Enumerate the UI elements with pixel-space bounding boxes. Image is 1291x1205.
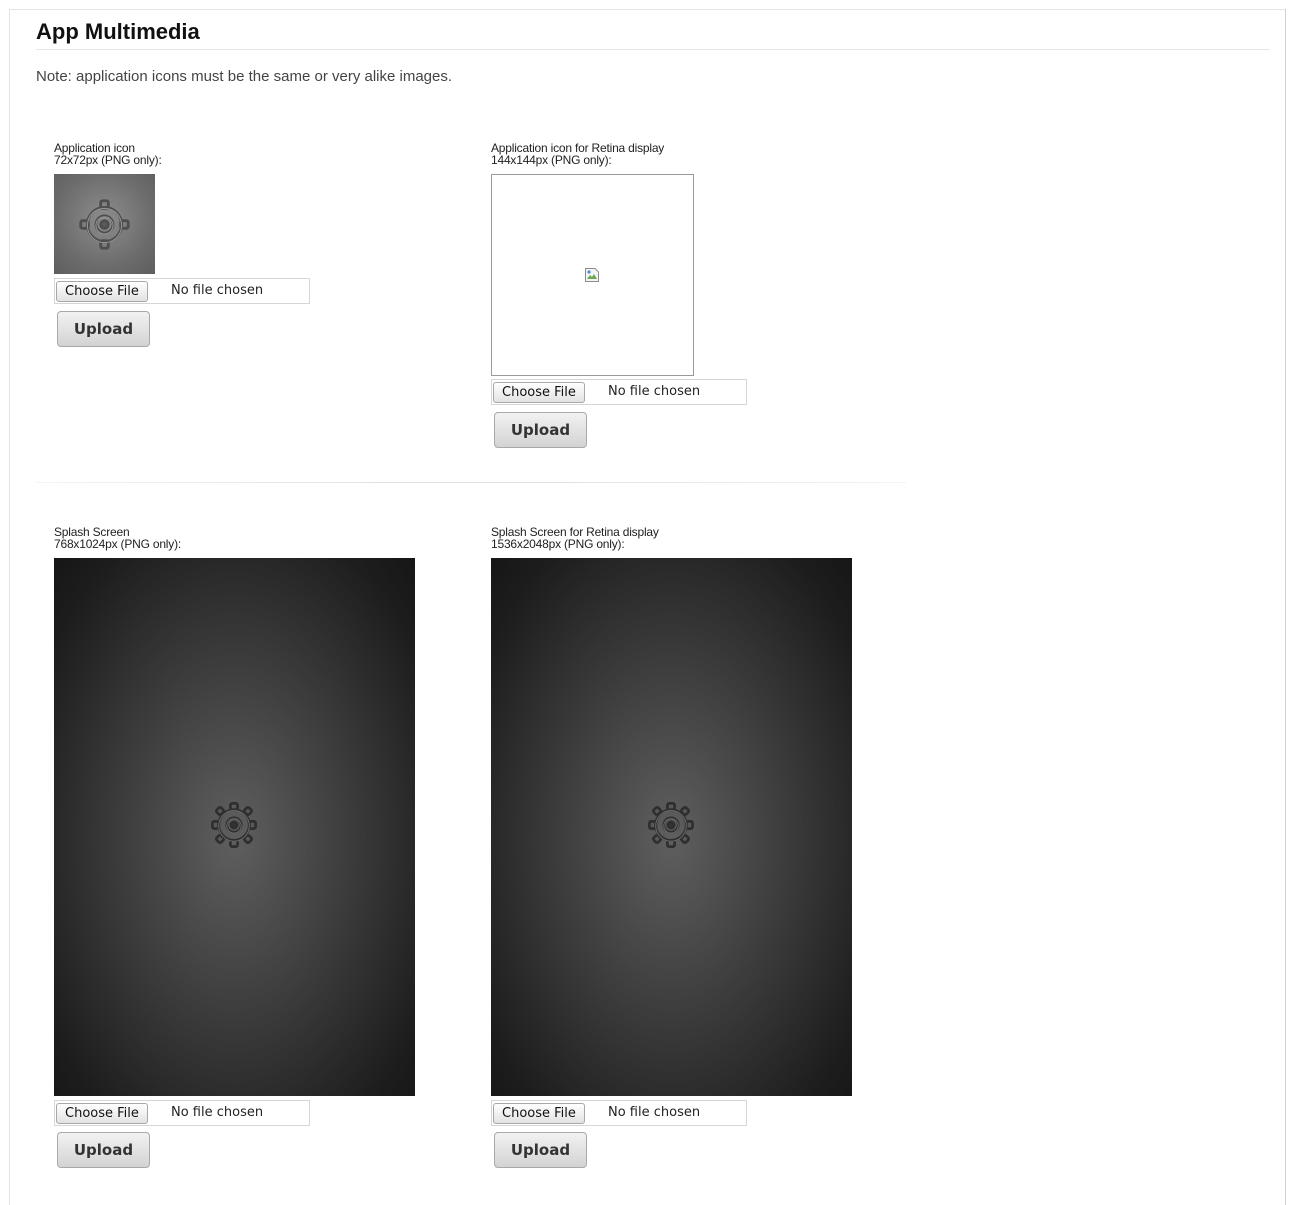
- retina-splash-label: Splash Screen for Retina display 1536x20…: [491, 526, 659, 550]
- app-icon-choose-file-button[interactable]: Choose File: [56, 281, 148, 302]
- retina-splash-file-status: No file chosen: [608, 1105, 701, 1120]
- frame-top-border: [10, 9, 1286, 10]
- retina-splash-upload-button[interactable]: Upload: [494, 1132, 587, 1168]
- retina-splash-choose-file-button[interactable]: Choose File: [493, 1103, 585, 1124]
- app-icon-upload-button[interactable]: Upload: [57, 311, 150, 347]
- retina-icon-upload-button[interactable]: Upload: [494, 412, 587, 448]
- retina-splash-label-dimensions: 1536x2048px (PNG only):: [491, 537, 625, 551]
- title-divider: [36, 49, 1270, 50]
- splash-label: Splash Screen 768x1024px (PNG only):: [54, 526, 181, 550]
- app-icon-file-input[interactable]: Choose File No file chosen: [54, 278, 310, 304]
- app-icon-file-status: No file chosen: [171, 283, 264, 298]
- retina-icon-label-dimensions: 144x144px (PNG only):: [491, 153, 612, 167]
- retina-icon-choose-file-button[interactable]: Choose File: [493, 382, 585, 403]
- section-divider: [36, 482, 906, 483]
- splash-label-dimensions: 768x1024px (PNG only):: [54, 537, 182, 551]
- retina-splash-file-input[interactable]: Choose File No file chosen: [491, 1100, 747, 1126]
- page-title: App Multimedia: [36, 19, 200, 44]
- broken-image-icon: [585, 268, 599, 282]
- gear-icon: [211, 802, 257, 848]
- gear-icon: [79, 199, 130, 250]
- retina-splash-preview: [491, 558, 852, 1096]
- retina-icon-label: Application icon for Retina display 144x…: [491, 142, 664, 166]
- splash-file-input[interactable]: Choose File No file chosen: [54, 1100, 310, 1126]
- splash-choose-file-button[interactable]: Choose File: [56, 1103, 148, 1124]
- page-note: Note: application icons must be the same…: [36, 68, 453, 85]
- splash-upload-button[interactable]: Upload: [57, 1132, 150, 1168]
- app-icon-label: Application icon 72x72px (PNG only):: [54, 142, 162, 166]
- app-icon-label-dimensions: 72x72px (PNG only):: [54, 153, 162, 167]
- retina-icon-file-status: No file chosen: [608, 384, 701, 399]
- frame-right-border: [1285, 9, 1286, 1205]
- retina-icon-file-input[interactable]: Choose File No file chosen: [491, 379, 747, 405]
- app-icon-preview: [54, 174, 155, 274]
- splash-file-status: No file chosen: [171, 1105, 264, 1120]
- splash-preview: [54, 558, 415, 1096]
- gear-icon: [648, 802, 694, 848]
- frame-left-border: [9, 9, 10, 1205]
- retina-icon-preview: [491, 174, 694, 376]
